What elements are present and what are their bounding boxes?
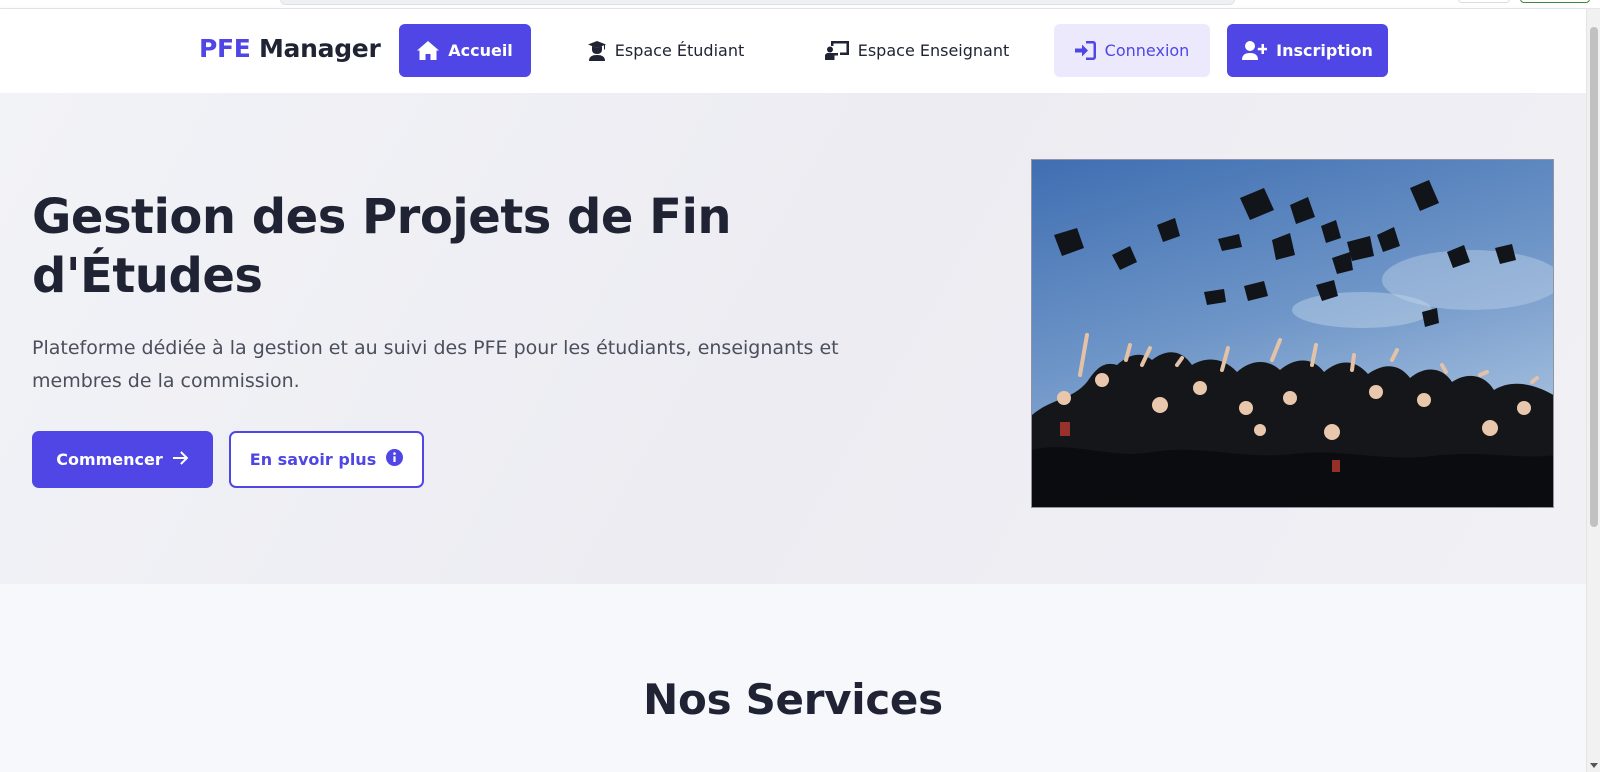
hero-title: Gestion des Projets de Fin d'Études — [32, 189, 732, 304]
browser-button[interactable] — [1520, 0, 1590, 3]
learn-more-button-label: En savoir plus — [249, 450, 377, 469]
learn-more-button[interactable]: En savoir plus — [229, 431, 424, 488]
brand-logo[interactable]: PFE Manager — [199, 34, 381, 63]
navbar: PFE Manager Accueil Espace Étudiant Espa… — [0, 9, 1586, 93]
nav-teacher-space-link[interactable]: Espace Enseignant — [808, 24, 1026, 77]
scroll-down-icon[interactable] — [1590, 763, 1598, 768]
graduation-hero-image — [1031, 159, 1554, 508]
sign-in-icon — [1074, 41, 1096, 60]
hero-subtitle: Plateforme dédiée à la gestion et au sui… — [32, 337, 839, 392]
brand-logo-part1: PFE — [199, 34, 251, 63]
nav-student-label: Espace Étudiant — [614, 41, 745, 60]
user-graduate-icon — [587, 40, 606, 61]
hero-section: Gestion des Projets de Fin d'Études Plat… — [0, 93, 1586, 584]
home-icon — [417, 41, 440, 60]
browser-address-bar[interactable] — [280, 0, 1235, 5]
scrollbar-thumb[interactable] — [1590, 27, 1598, 527]
nav-home-label: Accueil — [448, 41, 513, 60]
page-scrollbar[interactable] — [1586, 9, 1600, 772]
arrow-right-icon — [172, 450, 189, 469]
services-title: Nos Services — [643, 675, 943, 724]
nav-teacher-label: Espace Enseignant — [857, 41, 1010, 60]
browser-top-bar — [0, 0, 1600, 9]
nav-home-button[interactable]: Accueil — [399, 24, 531, 77]
nav-register-button[interactable]: Inscription — [1227, 24, 1388, 77]
browser-button[interactable] — [1458, 0, 1510, 3]
start-button-label: Commencer — [56, 450, 163, 469]
nav-register-label: Inscription — [1276, 41, 1373, 60]
start-button[interactable]: Commencer — [32, 431, 213, 488]
nav-login-button[interactable]: Connexion — [1054, 24, 1210, 77]
nav-student-space-link[interactable]: Espace Étudiant — [570, 24, 762, 77]
nav-login-label: Connexion — [1104, 41, 1190, 60]
info-circle-icon — [386, 449, 404, 470]
chalkboard-teacher-icon — [824, 41, 849, 60]
user-plus-icon — [1242, 41, 1268, 60]
brand-logo-part2: Manager — [258, 34, 381, 63]
